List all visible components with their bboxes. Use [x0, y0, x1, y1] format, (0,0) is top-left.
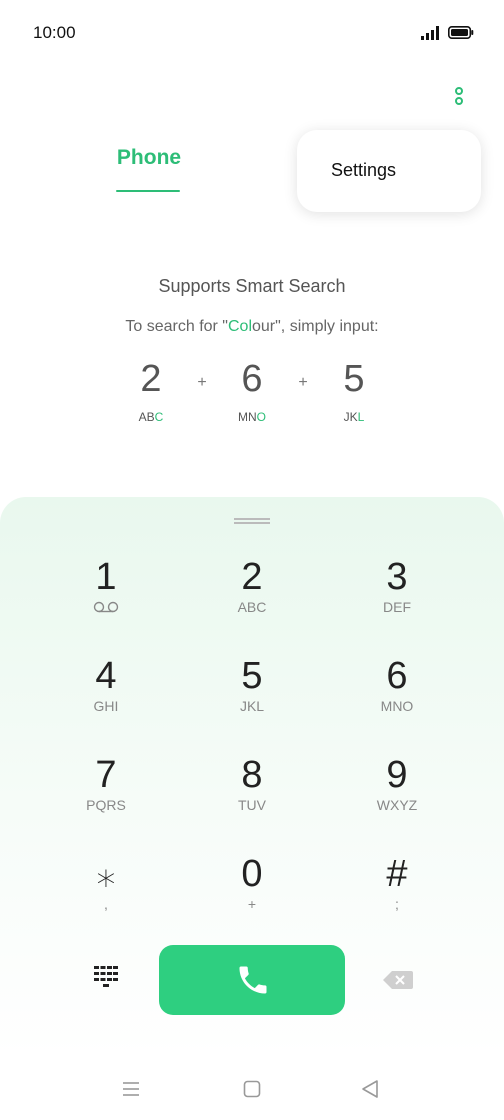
example-digit: 6 — [241, 358, 263, 400]
key-0[interactable]: 0 + — [197, 852, 307, 932]
example-digit: 2 — [140, 358, 162, 400]
key-6[interactable]: 6 MNO — [342, 654, 452, 734]
key-1[interactable]: 1 — [51, 555, 161, 635]
smart-search-sub-prefix: To search for " — [125, 318, 228, 335]
smart-search-sub-highlight: Col — [227, 318, 252, 335]
key-digit: ⁎ — [96, 853, 116, 895]
back-icon[interactable] — [361, 1079, 379, 1099]
key-digit: 3 — [386, 556, 408, 598]
key-letters: WXYZ — [376, 797, 418, 813]
tab-phone[interactable]: Phone — [106, 146, 192, 192]
navigation-bar — [0, 1057, 504, 1120]
key-5[interactable]: 5 JKL — [197, 654, 307, 734]
key-letters: MNO — [380, 698, 414, 714]
phone-icon — [239, 966, 267, 994]
tab-underline — [116, 190, 180, 192]
key-letters: GHI — [93, 698, 119, 714]
voicemail-icon — [93, 601, 119, 613]
menu-item-settings[interactable]: Settings — [331, 160, 396, 181]
home-icon[interactable] — [243, 1080, 261, 1098]
drag-handle[interactable] — [234, 518, 270, 524]
more-vertical-icon[interactable] — [451, 85, 467, 109]
key-8[interactable]: 8 TUV — [197, 753, 307, 833]
key-7[interactable]: 7 PQRS — [51, 753, 161, 833]
key-letters: PQRS — [86, 797, 126, 813]
key-letters: + — [247, 896, 257, 912]
key-star[interactable]: ⁎ , — [51, 852, 161, 932]
key-letters: ABC — [237, 599, 267, 615]
key-digit: 0 — [241, 853, 263, 895]
key-letters: , — [104, 896, 108, 912]
example-plus: + — [197, 374, 207, 391]
key-digit: 8 — [241, 754, 263, 796]
battery-icon — [448, 26, 474, 39]
tab-phone-label: Phone — [116, 146, 182, 169]
key-letters: JKL — [239, 698, 265, 714]
key-digit: 9 — [386, 754, 408, 796]
key-4[interactable]: 4 GHI — [51, 654, 161, 734]
key-digit: # — [386, 853, 408, 895]
key-digit: 6 — [386, 655, 408, 697]
dialpad-icon[interactable] — [94, 966, 118, 992]
smart-search-subtitle: To search for "Colour", simply input: — [0, 318, 504, 336]
signal-icon — [421, 26, 439, 40]
key-3[interactable]: 3 DEF — [342, 555, 452, 635]
key-digit: 7 — [95, 754, 117, 796]
key-letters: DEF — [383, 599, 411, 615]
example-letters-highlight: C — [154, 410, 164, 424]
key-digit: 5 — [241, 655, 263, 697]
key-hash[interactable]: # ; — [342, 852, 452, 932]
key-2[interactable]: 2 ABC — [197, 555, 307, 635]
status-bar: 10:00 — [0, 0, 504, 66]
popup-menu: Settings — [297, 130, 481, 212]
key-9[interactable]: 9 WXYZ — [342, 753, 452, 833]
key-letters: ; — [395, 896, 399, 912]
smart-search-sub-rest: our", simply input: — [252, 318, 379, 335]
call-button[interactable] — [159, 945, 345, 1015]
example-letters-plain: AB — [138, 410, 155, 424]
example-plus: + — [298, 374, 308, 391]
key-digit: 1 — [95, 556, 117, 598]
status-time: 10:00 — [33, 23, 76, 42]
example-letters-highlight: O — [256, 410, 266, 424]
example-letters-highlight: L — [357, 410, 365, 424]
example-letters-plain: MN — [237, 410, 257, 424]
key-letters: TUV — [238, 797, 266, 813]
smart-search-title: Supports Smart Search — [158, 276, 346, 296]
key-digit: 2 — [241, 556, 263, 598]
example-letters-plain: JK — [343, 410, 358, 424]
example-letters: JKL — [324, 410, 384, 424]
menu-icon[interactable] — [121, 1080, 141, 1098]
example-letters: MNO — [222, 410, 282, 424]
backspace-icon[interactable] — [383, 970, 413, 990]
key-digit: 4 — [95, 655, 117, 697]
example-letters: ABC — [121, 410, 181, 424]
example-digit: 5 — [343, 358, 365, 400]
